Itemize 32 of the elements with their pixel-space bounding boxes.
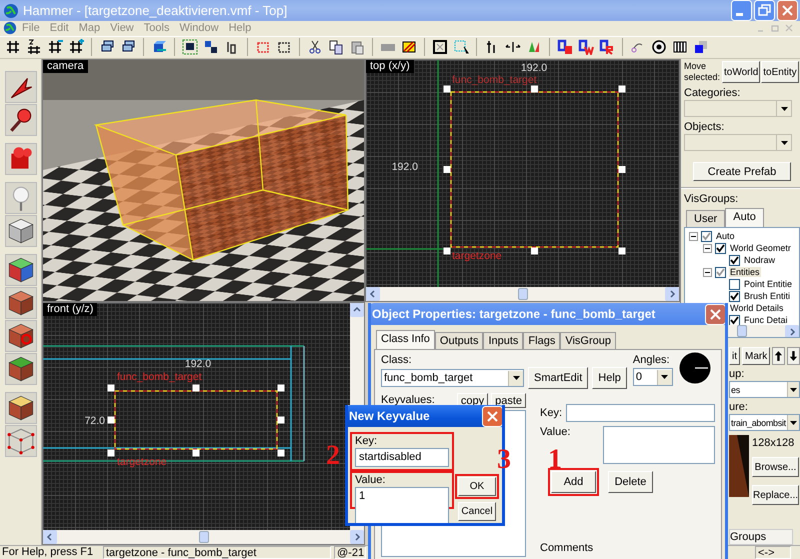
field-label: Categories: xyxy=(684,87,742,100)
field-label: ure: xyxy=(729,401,749,414)
window-title: Hammer - [targetzone_deaktivieren.vmf - Top] xyxy=(23,3,288,18)
status-pane: <-> xyxy=(755,546,791,559)
field-label: Value: xyxy=(540,426,570,439)
entity-class-label: func_bomb_target xyxy=(452,74,537,86)
status-pane: For Help, press F1 xyxy=(1,546,94,559)
dimension-label: 192.0 xyxy=(184,358,212,370)
field-label: Key: xyxy=(540,406,562,420)
move-label: Move selected: xyxy=(684,61,721,83)
step-number: 1 xyxy=(548,446,562,474)
field-label: Class: xyxy=(381,354,413,367)
section-label: VisGroups: xyxy=(684,193,740,206)
field-label: Comments xyxy=(540,542,594,555)
texture-size-label: 128x128 xyxy=(752,436,794,449)
entity-name-label: targetzone xyxy=(452,250,502,262)
field-label: Objects: xyxy=(684,121,726,134)
dimension-label: 72.0 xyxy=(84,415,105,427)
status-pane: targetzone - func_bomb_target xyxy=(103,546,331,559)
field-label: Keyvalues: xyxy=(381,394,436,407)
field-label: Angles: xyxy=(632,354,671,367)
step-number: 2 xyxy=(326,442,340,470)
status-pane: @-21 xyxy=(334,546,366,559)
viewport-label: top (x/y) xyxy=(366,60,414,73)
dialog-title: Object Properties: targetzone - func_bomb_target xyxy=(372,307,656,321)
entity-class-label: func_bomb_target xyxy=(117,371,202,383)
viewport-label: front (y/z) xyxy=(43,303,98,316)
field-label: up: xyxy=(729,368,746,381)
viewport-label: camera xyxy=(43,60,88,73)
dimension-label: 192.0 xyxy=(520,62,548,74)
dimension-label: 192.0 xyxy=(392,161,418,173)
entity-name-label: targetzone xyxy=(117,456,167,468)
